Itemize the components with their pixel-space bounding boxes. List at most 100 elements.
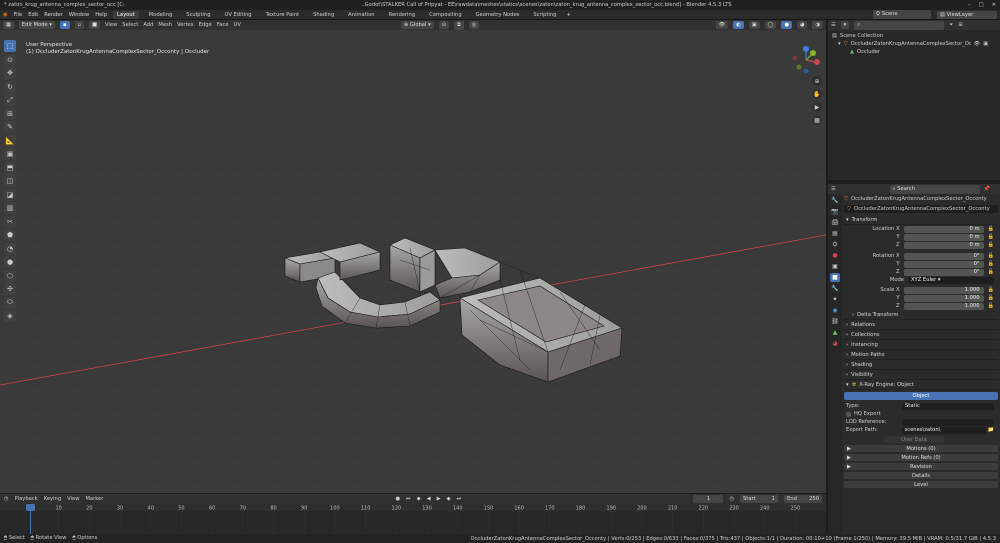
end-frame-field[interactable]: End 250 (784, 495, 822, 503)
move-icon[interactable]: ✥ (4, 67, 16, 79)
instancing-panel[interactable]: › Instancing (844, 340, 998, 350)
axis-gizmo[interactable] (792, 46, 821, 74)
face-select-icon[interactable]: ■ (89, 21, 100, 29)
annotate-icon[interactable]: ✎ (4, 121, 16, 133)
tab-uv-editing[interactable]: UV Editing (221, 11, 256, 19)
new-collection-icon[interactable]: ⊞ (958, 22, 962, 28)
minimize-icon[interactable]: – (968, 2, 971, 8)
tab-shading[interactable]: Shading (309, 11, 338, 19)
object-tab-icon[interactable]: ■ (830, 273, 840, 282)
shrink-icon[interactable]: ✣ (4, 283, 16, 295)
smooth-icon[interactable]: ● (4, 256, 16, 268)
rotate-icon[interactable]: ↻ (4, 80, 16, 93)
menu-select[interactable]: Select (122, 22, 138, 28)
object-name-field[interactable]: ▽ OccluderZatonKrugAntennaComplexSector_… (844, 205, 998, 213)
outliner-scene-collection[interactable]: ▤ Scene Collection (832, 32, 996, 40)
transform-icon[interactable]: ⊞ (4, 107, 16, 120)
scene-tab-icon[interactable]: ⛭ (830, 240, 840, 249)
timeline-editor-icon[interactable]: ◷ (4, 496, 9, 502)
menu-render[interactable]: Render (44, 12, 62, 18)
ortho-grid-icon[interactable]: ▦ (812, 115, 822, 125)
inset-icon[interactable]: ◫ (4, 175, 16, 187)
scale-x-field[interactable]: 1.000 (903, 286, 984, 294)
data-tab-icon[interactable]: ▲ (830, 328, 840, 337)
timeline-ruler[interactable]: 1102030405060708090100110120130140150160… (0, 504, 826, 534)
type-select[interactable]: Static (902, 402, 994, 410)
snap-icon[interactable]: ⧉ (454, 20, 464, 30)
editor-type-icon[interactable]: ▦ (3, 21, 14, 29)
gizmo-z-icon[interactable] (803, 46, 809, 52)
camera-render-icon[interactable]: ▣ (983, 41, 988, 47)
3d-viewport[interactable]: User Perspective (1) OccluderZatonKrugAn… (0, 30, 826, 493)
camera-icon[interactable]: ▶ (812, 102, 822, 112)
maximize-icon[interactable]: □ (979, 2, 984, 8)
tab-rendering[interactable]: Rendering (385, 11, 420, 19)
object-mode-button[interactable]: Object (844, 392, 998, 400)
jump-start-icon[interactable]: ⏮ (406, 496, 411, 503)
menu-help[interactable]: Help (95, 12, 107, 18)
menu-marker[interactable]: Marker (85, 496, 103, 502)
timeline[interactable]: 1102030405060708090100110120130140150160… (0, 504, 826, 534)
extrude-icon[interactable]: ⬒ (4, 161, 16, 174)
visibility-icon[interactable]: 👁 (715, 21, 729, 29)
vertex-select-icon[interactable]: ▪ (60, 21, 70, 29)
hq-export-checkbox[interactable] (846, 411, 851, 417)
level-button[interactable]: Level (844, 481, 998, 488)
blender-logo-icon[interactable]: ◉ (3, 12, 8, 18)
shading-solid-icon[interactable]: ● (781, 21, 792, 29)
tab-geometry-nodes[interactable]: Geometry Nodes (472, 11, 524, 19)
delta-transform-panel[interactable]: › Delta Transform (844, 310, 998, 320)
edge-slide-icon[interactable]: ⬡ (4, 269, 16, 282)
lock-icon[interactable]: 🔓 (988, 287, 994, 293)
shear-icon[interactable]: ⬭ (4, 296, 16, 309)
menu-file[interactable]: File (14, 12, 23, 18)
output-tab-icon[interactable]: 🖨 (830, 218, 840, 227)
location-y-field[interactable]: 0 m (903, 233, 984, 241)
outliner-search[interactable]: ⌕ (854, 20, 945, 30)
next-key-icon[interactable]: ◆ (447, 496, 451, 502)
particles-tab-icon[interactable]: ✦ (830, 295, 840, 304)
menu-face[interactable]: Face (217, 22, 229, 28)
lock-icon[interactable]: 🔓 (988, 303, 994, 309)
menu-edit[interactable]: Edit (28, 12, 38, 18)
transform-panel-header[interactable]: ▾ Transform (844, 215, 998, 225)
play-icon[interactable]: ▶ (437, 496, 441, 502)
menu-playback[interactable]: Playback (15, 496, 38, 502)
shading-panel[interactable]: › Shading (844, 360, 998, 370)
lock-icon[interactable]: 🔓 (988, 261, 994, 267)
loop-cut-icon[interactable]: ▥ (4, 202, 16, 214)
menu-mesh[interactable]: Mesh (158, 22, 172, 28)
menu-add[interactable]: Add (143, 22, 153, 28)
playhead-marker[interactable] (26, 504, 35, 511)
lock-icon[interactable]: 🔓 (988, 226, 994, 232)
gizmo-neg-z-icon[interactable] (803, 68, 809, 74)
lock-icon[interactable]: 🔓 (988, 269, 994, 275)
gizmo-x-icon[interactable] (814, 59, 820, 65)
rotation-z-field[interactable]: 0° (903, 268, 984, 276)
gizmo-neg-x-icon[interactable] (792, 55, 798, 61)
poly-build-icon[interactable]: ⬟ (4, 229, 16, 241)
constraints-tab-icon[interactable]: ⛓ (830, 317, 840, 326)
menu-window[interactable]: Window (69, 12, 89, 18)
lock-icon[interactable]: 🔓 (988, 234, 994, 240)
lod-reference-input[interactable] (902, 418, 994, 426)
folder-icon[interactable]: 📁 (988, 427, 994, 433)
collection-tab-icon[interactable]: ▣ (830, 262, 840, 271)
tab-scripting[interactable]: Scripting (529, 11, 560, 19)
overlays-icon[interactable]: ◐ (733, 21, 744, 29)
properties-search[interactable]: ⌕ Search (889, 184, 980, 194)
details-button[interactable]: Details (844, 472, 998, 479)
gizmo-y-icon[interactable] (810, 50, 816, 56)
lock-icon[interactable]: 🔓 (988, 242, 994, 248)
outliner-display-mode[interactable]: ▾ (840, 21, 850, 29)
bevel-icon[interactable]: ◪ (4, 188, 16, 201)
spin-icon[interactable]: ◔ (4, 242, 16, 255)
menu-uv[interactable]: UV (234, 22, 241, 28)
measure-icon[interactable]: 📐 (4, 134, 16, 147)
add-cube-icon[interactable]: ▣ (4, 148, 16, 160)
motions-button[interactable]: ▶ Motions (0) (844, 445, 998, 452)
prev-key-icon[interactable]: ◆ (417, 496, 421, 502)
location-z-field[interactable]: 0 m (903, 241, 984, 249)
outliner-editor-icon[interactable]: ☰ (831, 22, 836, 28)
user-data-button[interactable]: User Data (884, 436, 944, 443)
